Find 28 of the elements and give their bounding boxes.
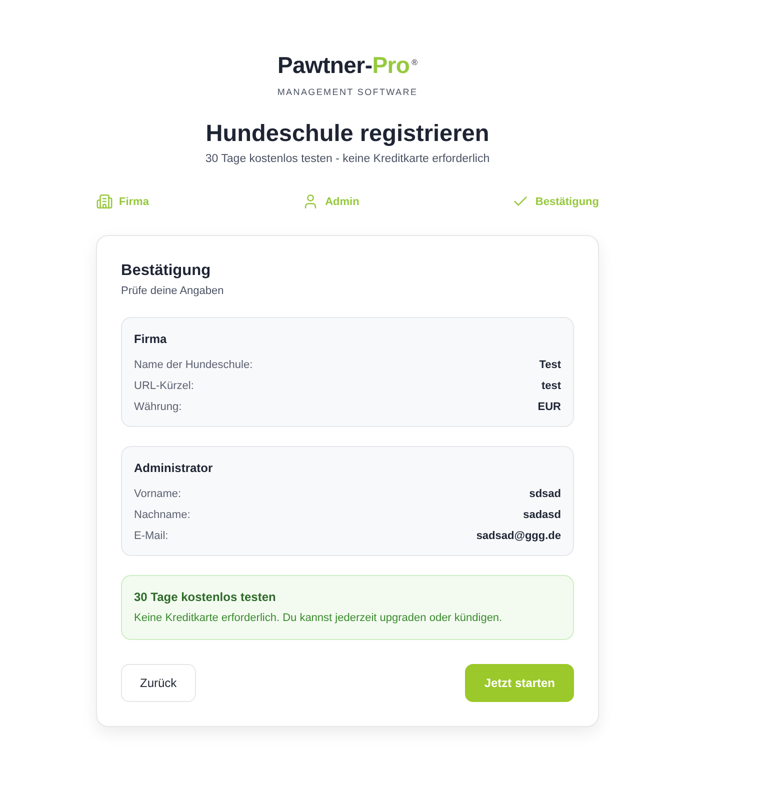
card-title: Bestätigung xyxy=(121,261,212,281)
field-label: Nachname: xyxy=(134,508,190,522)
field-value: sadasd xyxy=(523,508,561,522)
logo-text: Pawtner-Pro xyxy=(277,51,410,80)
field-label: Währung: xyxy=(134,400,182,414)
notice-text: Keine Kreditkarte erforderlich. Du kannst jederzeit upgraden oder kündigen. xyxy=(134,611,504,626)
notice-title: 30 Tage kostenlos testen xyxy=(134,589,277,605)
card-subtitle: Prüfe deine Angaben xyxy=(121,284,225,298)
field-label: E-Mail: xyxy=(134,529,168,543)
panel-title: Administrator xyxy=(134,460,214,476)
field-value: test xyxy=(541,379,561,393)
field-label: URL-Kürzel: xyxy=(134,379,194,393)
field-value: sdsad xyxy=(529,487,561,501)
step-label: Firma xyxy=(119,194,149,208)
page-subtitle: 30 Tage kostenlos testen - keine Kreditkarte erforderlich xyxy=(205,152,490,167)
field-value: Test xyxy=(539,358,561,372)
field-label: Vorname: xyxy=(134,487,182,501)
back-button[interactable]: Zurück xyxy=(121,664,196,702)
registered-mark: ® xyxy=(412,58,418,68)
field-value: EUR xyxy=(538,400,561,414)
building-icon xyxy=(96,193,113,210)
field-label: Name der Hundeschule: xyxy=(134,358,253,372)
field-value: sadsad@ggg.de xyxy=(476,529,561,543)
panel-title: Firma xyxy=(134,331,168,347)
step-label: Admin xyxy=(325,194,360,208)
step-label: Bestätigung xyxy=(535,194,599,208)
page-title: Hundeschule registrieren xyxy=(206,119,490,148)
logo-tagline: MANAGEMENT SOFTWARE xyxy=(277,86,418,98)
